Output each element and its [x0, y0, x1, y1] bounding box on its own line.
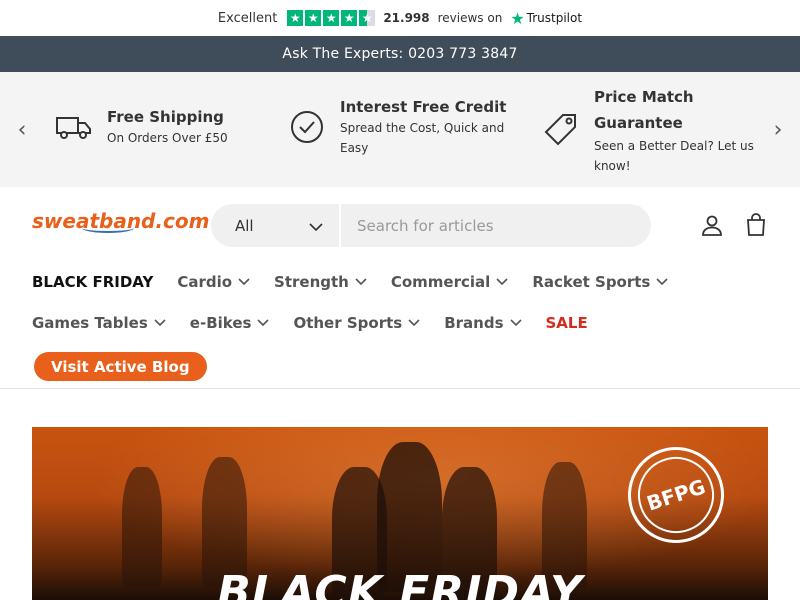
usp-subtitle: On Orders Over £50 [107, 131, 228, 145]
nav-item-sale[interactable]: SALE [546, 314, 588, 332]
site-header: sweatband.com All BLACK FRIDAY Cardio [0, 187, 800, 389]
nav-item-black-friday[interactable]: BLACK FRIDAY [32, 273, 153, 291]
chevron-left-icon[interactable]: ‹ [10, 117, 34, 142]
chevron-down-icon [154, 317, 166, 330]
nav-item-label: Commercial [390, 273, 491, 291]
blog-button-label: Visit Active Blog [51, 357, 190, 376]
chevron-right-icon[interactable]: › [766, 117, 790, 142]
chevron-down-icon [238, 276, 250, 289]
nav-item-label: Racket Sports [532, 273, 651, 291]
main-nav-row-2: Games Tables e-Bikes Other Sports Brands… [32, 314, 612, 332]
nav-item-label: Brands [444, 314, 504, 332]
usp-carousel: ‹ Free Shipping On Orders Over £50 Inter… [0, 72, 800, 187]
nav-item-label: Cardio [177, 273, 233, 291]
nav-item-label: Strength [274, 273, 349, 291]
nav-item-label: BLACK FRIDAY [32, 273, 154, 291]
star-icon: ★ [323, 10, 340, 26]
chevron-down-icon [496, 276, 508, 289]
nav-item-e-bikes[interactable]: e-Bikes [190, 314, 270, 332]
star-icon: ★ [287, 10, 304, 26]
trustpilot-logo[interactable]: ★ Trustpilot [510, 9, 582, 28]
chevron-down-icon [257, 317, 270, 330]
usp-subtitle: Seen a Better Deal? Let us know! [594, 139, 754, 173]
usp-free-shipping: Free Shipping On Orders Over £50 [55, 106, 228, 148]
price-tag-icon [542, 111, 580, 149]
half-star-icon: ★ [359, 10, 376, 26]
chevron-down-icon [509, 317, 522, 330]
usp-interest-free-credit: Interest Free Credit Spread the Cost, Qu… [288, 96, 510, 158]
trustpilot-bar[interactable]: Excellent ★ ★ ★ ★ ★ 21.998 reviews on ★ … [0, 0, 800, 36]
check-circle-icon [288, 108, 326, 146]
usp-title: Interest Free Credit [340, 98, 507, 116]
chevron-down-icon [355, 276, 367, 289]
usp-subtitle: Spread the Cost, Quick and Easy [340, 121, 505, 155]
nav-item-commercial[interactable]: Commercial [391, 273, 508, 291]
trustpilot-star-icon: ★ [510, 8, 525, 28]
nav-item-label: Other Sports [293, 314, 403, 332]
main-nav-row-1: BLACK FRIDAY Cardio Strength Commercial … [32, 273, 692, 291]
nav-item-games-tables[interactable]: Games Tables [32, 314, 166, 332]
nav-item-other-sports[interactable]: Other Sports [293, 314, 420, 332]
logo-swoosh-icon [82, 223, 134, 233]
trustpilot-review-count: 21.998 [383, 11, 430, 25]
trustpilot-brand: Trustpilot [526, 11, 583, 25]
search-bar: All [211, 204, 651, 247]
nav-item-label: e-Bikes [189, 314, 252, 332]
nav-item-label: SALE [545, 314, 588, 332]
announcement-bar: Ask The Experts: 0203 773 3847 [0, 36, 800, 72]
search-category-select[interactable]: All [211, 204, 341, 247]
badge-text: BFPG [628, 447, 724, 543]
usp-price-match: Price Match Guarantee Seen a Better Deal… [542, 84, 769, 176]
hero-headline: BLACK FRIDAY [217, 567, 583, 600]
usp-title: Price Match Guarantee [594, 88, 694, 132]
trustpilot-reviews-text: reviews on [437, 11, 503, 25]
hero-banner[interactable]: BFPG BLACK FRIDAY [32, 427, 768, 600]
trustpilot-rating-label: Excellent [217, 10, 278, 26]
nav-item-label: Games Tables [32, 314, 148, 332]
account-icon[interactable] [700, 213, 724, 237]
truck-icon [55, 108, 93, 146]
chevron-down-icon [656, 276, 668, 289]
visit-blog-button[interactable]: Visit Active Blog [34, 352, 207, 381]
search-input[interactable] [341, 216, 641, 235]
star-icon: ★ [305, 10, 322, 26]
star-icon: ★ [341, 10, 358, 26]
trustpilot-stars: ★ ★ ★ ★ ★ [287, 10, 376, 26]
nav-item-strength[interactable]: Strength [274, 273, 367, 291]
shopping-bag-icon[interactable] [744, 213, 768, 237]
nav-item-racket-sports[interactable]: Racket Sports [532, 273, 668, 291]
nav-item-cardio[interactable]: Cardio [177, 273, 250, 291]
usp-title: Free Shipping [107, 108, 224, 126]
search-category-value: All [235, 216, 254, 235]
announcement-text[interactable]: Ask The Experts: 0203 773 3847 [282, 46, 517, 62]
nav-item-brands[interactable]: Brands [444, 314, 522, 332]
chevron-down-icon [408, 317, 420, 330]
chevron-down-icon [309, 217, 323, 235]
